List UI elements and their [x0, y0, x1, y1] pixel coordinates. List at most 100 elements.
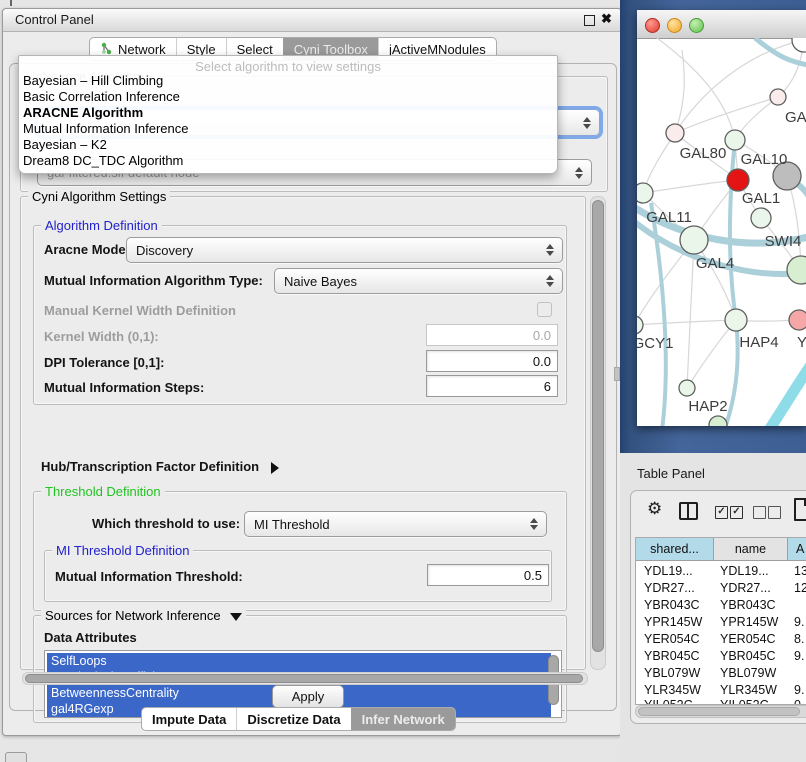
settings-hscrollbar-track[interactable] [22, 672, 588, 685]
table-cell[interactable]: YBL079W [720, 666, 776, 680]
node-table[interactable]: shared... name A YDL19... YDL19... 13 YD… [635, 537, 806, 705]
node-gal4 [680, 226, 708, 254]
table-hscrollbar-thumb[interactable] [638, 707, 800, 716]
screen: Control Panel ✖ Network Style Select Cyn… [0, 0, 806, 762]
column-header-name[interactable]: name [714, 538, 788, 561]
dropdown-item[interactable]: Mutual Information Inference [23, 121, 188, 136]
node-label: GAL80 [680, 145, 727, 162]
gear-icon[interactable]: ⚙ [647, 499, 662, 519]
partial-button[interactable] [5, 752, 27, 762]
dpi-tolerance-label: DPI Tolerance [0,1]: [44, 355, 164, 370]
table-cell[interactable]: YBR043C [720, 598, 776, 612]
tab-discretize-data[interactable]: Discretize Data [236, 708, 350, 730]
mi-threshold-label: Mutual Information Threshold: [55, 569, 243, 584]
node-gal80 [666, 124, 684, 142]
network-view-window: GAL GAL80 GAL10 GAL1 GAL11 SWI4 GAL4 GCY… [637, 10, 806, 426]
checked-checkbox-icon[interactable]: ✓ [715, 506, 728, 519]
node [787, 256, 806, 284]
table-cell[interactable]: 12 [794, 581, 806, 595]
manual-kernel-checkbox[interactable] [537, 302, 552, 317]
sources-title[interactable]: Sources for Network Inference [41, 608, 246, 623]
control-panel-titlebar[interactable]: Control Panel ✖ [3, 9, 621, 32]
node-label: GAL10 [741, 151, 788, 168]
checked-checkbox-icon[interactable]: ✓ [730, 506, 743, 519]
table-cell[interactable]: YLR345W [644, 683, 701, 697]
column-header-shared-name[interactable]: shared... [636, 538, 714, 561]
network-graph[interactable]: GAL GAL80 GAL10 GAL1 GAL11 SWI4 GAL4 GCY… [637, 38, 806, 426]
mi-type-combobox[interactable]: Naive Bayes [274, 268, 563, 294]
table-cell[interactable]: YIL052C [644, 698, 693, 705]
table-cell[interactable]: YDL19... [720, 564, 769, 578]
table-cell[interactable]: YBR045C [644, 649, 700, 663]
table-cell[interactable]: YIL052C [720, 698, 769, 705]
tab-impute-data[interactable]: Impute Data [142, 708, 236, 730]
minimize-traffic-icon[interactable] [667, 18, 682, 33]
tab-infer-network[interactable]: Infer Network [351, 708, 455, 730]
table-cell[interactable]: YDR27... [644, 581, 695, 595]
float-window-icon[interactable] [584, 15, 595, 26]
node-gal10 [725, 130, 745, 150]
table-cell[interactable]: 0. [794, 698, 804, 705]
network-nodes[interactable] [637, 38, 806, 426]
table-hscrollbar-track[interactable] [635, 705, 806, 718]
table-cell[interactable]: YDL19... [644, 564, 693, 578]
algorithm-dropdown: Select algorithm to view settings Bayesi… [18, 55, 558, 174]
node-hap4 [725, 309, 747, 331]
mi-steps-field[interactable]: 6 [426, 375, 558, 397]
table-cell[interactable]: YPR145W [720, 615, 778, 629]
stepper-icon [575, 166, 584, 180]
table-cell[interactable]: 9. [794, 683, 804, 697]
table-cell[interactable]: YPR145W [644, 615, 702, 629]
node-gal1 [727, 169, 749, 191]
unchecked-checkbox-icon[interactable] [768, 506, 781, 519]
aracne-mode-label: Aracne Mode: [44, 242, 130, 257]
close-traffic-icon[interactable] [645, 18, 660, 33]
table-cell[interactable]: 9. [794, 649, 804, 663]
table-cell[interactable]: YLR345W [720, 683, 777, 697]
table-cell[interactable]: YER054C [644, 632, 700, 646]
which-threshold-combobox[interactable]: MI Threshold [244, 511, 547, 537]
dropdown-item[interactable]: Bayesian – K2 [23, 137, 107, 152]
settings-vscrollbar-track[interactable] [590, 196, 606, 670]
document-icon[interactable] [794, 498, 806, 521]
settings-vscrollbar-thumb[interactable] [592, 200, 604, 652]
mi-threshold-group-title: MI Threshold Definition [52, 543, 193, 558]
dropdown-item[interactable]: Dream8 DC_TDC Algorithm [23, 153, 183, 168]
mi-threshold-field[interactable]: 0.5 [427, 564, 549, 586]
node-label: HAP2 [688, 398, 727, 415]
split-columns-icon[interactable] [679, 502, 698, 520]
table-cell[interactable]: YBL079W [644, 666, 700, 680]
column-header-partial[interactable]: A [788, 538, 806, 561]
apply-button[interactable]: Apply [272, 685, 344, 708]
dropdown-item-selected[interactable]: ARACNE Algorithm [23, 105, 143, 120]
node-label: GAL4 [696, 255, 734, 272]
close-icon[interactable]: ✖ [601, 11, 612, 27]
aracne-mode-combobox[interactable]: Discovery [126, 237, 563, 263]
network-node-labels: GAL GAL80 GAL10 GAL1 GAL11 SWI4 GAL4 GCY… [637, 109, 806, 415]
algorithm-definition-title: Algorithm Definition [41, 218, 162, 233]
settings-hscrollbar-thumb[interactable] [25, 674, 583, 683]
dpi-tolerance-field[interactable]: 0.0 [426, 350, 558, 372]
manual-kernel-label: Manual Kernel Width Definition [44, 303, 236, 318]
dropdown-item[interactable]: Basic Correlation Inference [23, 89, 180, 104]
table-cell[interactable]: 8. [794, 632, 804, 646]
dropdown-placeholder: Select algorithm to view settings [19, 59, 557, 74]
kernel-width-field[interactable]: 0.0 [426, 324, 558, 346]
table-cell[interactable]: YDR27... [720, 581, 771, 595]
table-cell[interactable]: YER054C [720, 632, 776, 646]
table-cell[interactable]: YBR043C [644, 598, 700, 612]
dropdown-item[interactable]: Bayesian – Hill Climbing [23, 73, 163, 88]
hub-definition-toggle[interactable]: Hub/Transcription Factor Definition [41, 459, 279, 474]
cyni-algorithm-settings-group: Cyni Algorithm Settings Algorithm Defini… [20, 196, 586, 670]
table-panel-area: Table Panel ⚙ ✓ ✓ shared... name A YDL19… [620, 453, 806, 762]
node-label: Y [797, 334, 806, 351]
unchecked-checkbox-icon[interactable] [753, 506, 766, 519]
table-cell[interactable]: YBR045C [720, 649, 776, 663]
splitter-handle[interactable] [614, 367, 620, 381]
list-item[interactable]: SelfLoops [47, 653, 551, 669]
zoom-traffic-icon[interactable] [689, 18, 704, 33]
table-cell[interactable]: 9. [794, 615, 804, 629]
table-cell[interactable]: 13 [794, 564, 806, 578]
node-label: GAL1 [742, 190, 780, 207]
network-window-titlebar[interactable] [637, 10, 806, 39]
